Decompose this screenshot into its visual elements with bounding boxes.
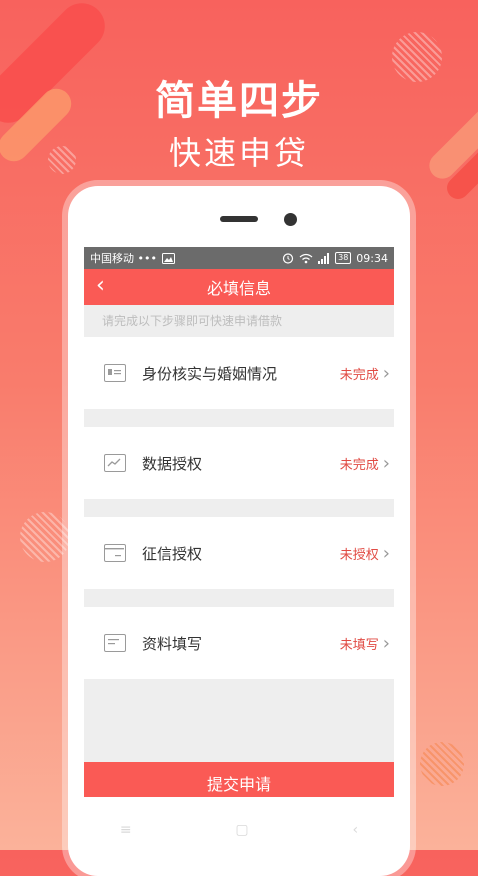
status-badge: 未完成 [339, 457, 379, 473]
page-title: 必填信息 [206, 279, 271, 298]
android-softkeys: ≡ ▢ ‹ [68, 822, 410, 838]
chevron-left-icon[interactable]: ‹ [96, 275, 105, 297]
list-item-label: 资料填写 [142, 634, 203, 653]
chevron-right-icon: › [382, 632, 390, 654]
phone-frame: 中国移动 ••• 38 09:34 ‹ 必填信息 请完成以下步骤即可快速申请借款… [68, 186, 410, 876]
list-item-label: 数据授权 [142, 454, 203, 473]
bank-card-icon [104, 544, 126, 562]
instruction-hint: 请完成以下步骤即可快速申请借款 [102, 314, 283, 328]
list-item-credit-authorization[interactable]: 征信授权 未授权 › [84, 517, 394, 589]
alarm-icon [283, 253, 294, 264]
status-badge: 未完成 [339, 367, 379, 383]
submit-button[interactable]: 提交申请 [84, 762, 394, 797]
wifi-icon [299, 253, 313, 263]
chevron-right-icon: › [382, 362, 390, 384]
list-item-identity[interactable]: 身份核实与婚姻情况 未完成 › [84, 337, 394, 409]
list-item-info-form[interactable]: 资料填写 未填写 › [84, 607, 394, 679]
chevron-right-icon: › [382, 452, 390, 474]
promo-headline: 简单四步 [155, 78, 323, 124]
phone-camera [284, 213, 297, 226]
list-item-label: 征信授权 [142, 544, 203, 563]
decorative-dot-circle [20, 512, 70, 562]
form-icon [104, 634, 126, 652]
chevron-right-icon: › [382, 542, 390, 564]
list-item-label: 身份核实与婚姻情况 [142, 364, 278, 383]
list-item-data-authorization[interactable]: 数据授权 未完成 › [84, 427, 394, 499]
app-screen: 中国移动 ••• 38 09:34 ‹ 必填信息 请完成以下步骤即可快速申请借款… [84, 247, 394, 797]
home-icon[interactable]: ▢ [235, 822, 248, 838]
carrier-label: 中国移动 ••• [90, 252, 157, 265]
clock-time: 09:34 [356, 251, 388, 265]
status-badge: 未授权 [339, 547, 379, 563]
status-bar: 中国移动 ••• 38 09:34 [84, 247, 394, 269]
signal-icon [318, 252, 330, 264]
status-badge: 未填写 [339, 637, 379, 653]
nav-bar: ‹ 必填信息 [84, 269, 394, 305]
battery-icon: 38 [335, 252, 352, 264]
decorative-dot-circle [420, 742, 464, 786]
id-card-icon [104, 364, 126, 382]
back-nav-icon[interactable]: ‹ [352, 822, 358, 838]
phone-speaker [220, 216, 258, 222]
chart-icon [104, 454, 126, 472]
promo-subheadline: 快速申贷 [168, 134, 309, 172]
image-icon [161, 252, 175, 264]
menu-icon[interactable]: ≡ [120, 822, 132, 838]
